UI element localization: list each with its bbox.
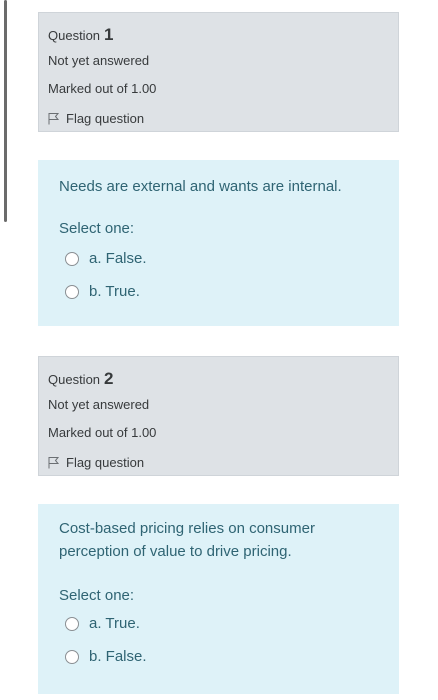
question-content-1: Needs are external and wants are interna… [38, 160, 399, 326]
question-text: Needs are external and wants are interna… [59, 178, 342, 195]
option-label: a. False. [89, 250, 147, 267]
select-one-prompt: Select one: [59, 587, 135, 604]
flag-icon [48, 456, 60, 468]
select-one-prompt: Select one: [59, 220, 135, 237]
question-status: Not yet answered [48, 53, 150, 68]
answer-option-a[interactable]: a. True. [59, 612, 349, 635]
question-status: Not yet answered [48, 397, 150, 412]
question-number: Question 2 [48, 369, 398, 388]
question-info-2: Question 2 Not yet answered Marked out o… [38, 356, 399, 476]
answer-option-a[interactable]: a. False. [59, 247, 399, 270]
question-text: Cost-based pricing relies on consumer pe… [59, 520, 315, 560]
question-marks: Marked out of 1.00 [48, 81, 157, 96]
scrollbar[interactable] [4, 0, 7, 222]
question-number-value: 1 [104, 25, 114, 44]
radio-unchecked-icon[interactable] [65, 616, 79, 631]
option-label: b. True. [89, 283, 140, 300]
flag-question-label: Flag question [66, 110, 145, 126]
question-marks: Marked out of 1.00 [48, 425, 157, 440]
question-label: Question [48, 372, 101, 387]
question-content-2: Cost-based pricing relies on consumer pe… [38, 504, 399, 694]
radio-unchecked-icon[interactable] [65, 284, 79, 299]
radio-unchecked-icon[interactable] [65, 649, 79, 664]
question-label: Question [48, 28, 101, 43]
flag-question-button[interactable]: Flag question [48, 453, 398, 471]
option-label: a. True. [89, 615, 140, 632]
answer-option-b[interactable]: b. True. [59, 280, 399, 303]
flag-question-label: Flag question [66, 454, 145, 470]
radio-unchecked-icon[interactable] [65, 251, 79, 266]
answer-option-b[interactable]: b. False. [59, 645, 349, 668]
flag-icon [48, 112, 60, 124]
question-number: Question 1 [48, 25, 398, 44]
question-info-1: Question 1 Not yet answered Marked out o… [38, 12, 399, 132]
option-label: b. False. [89, 648, 147, 665]
question-number-value: 2 [104, 369, 114, 388]
flag-question-button[interactable]: Flag question [48, 109, 398, 127]
